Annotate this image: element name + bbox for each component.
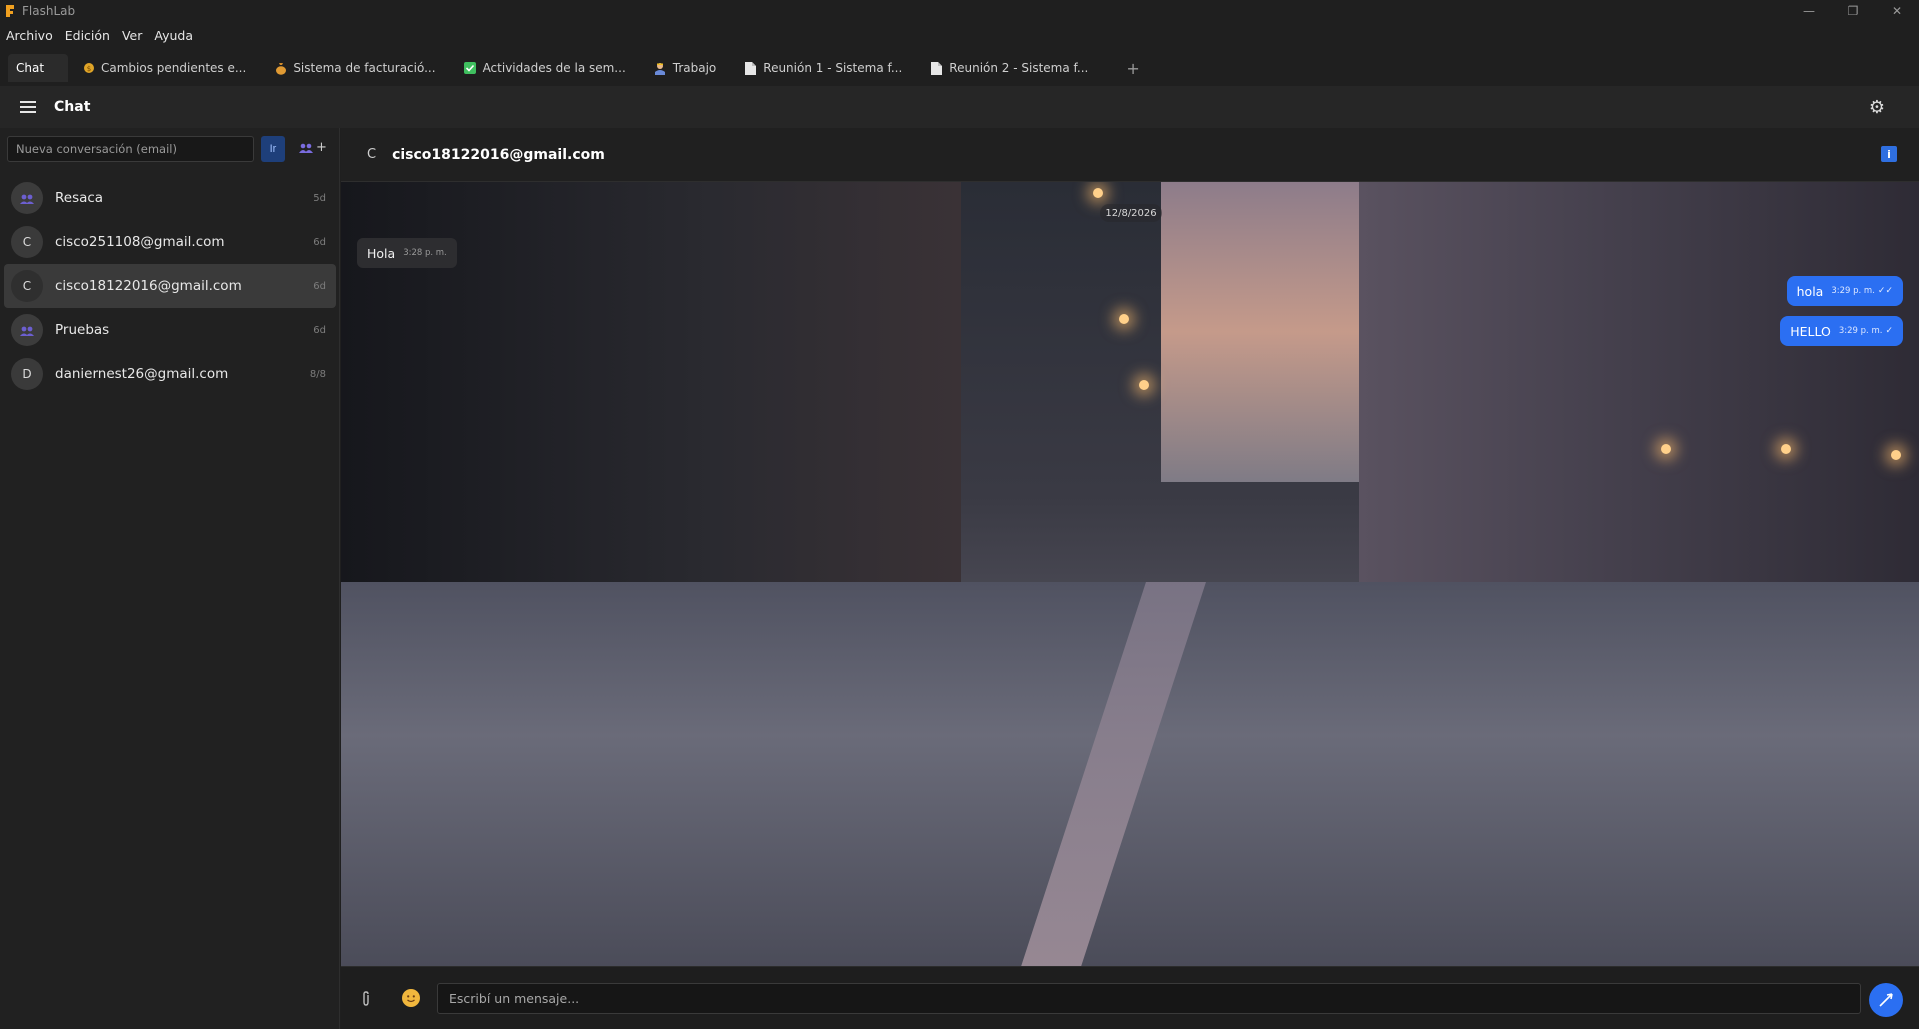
gear-icon[interactable]: ⚙ bbox=[1869, 97, 1885, 118]
date-separator: 12/8/2026 bbox=[1100, 204, 1162, 222]
background-buildings-right bbox=[1359, 182, 1919, 602]
chat-messages-area: 12/8/2026 Hola 3:28 p. m. hola 3:29 p. m… bbox=[341, 182, 1919, 966]
page-title: Chat bbox=[54, 99, 91, 115]
conversation-time: 6d bbox=[313, 236, 326, 248]
paperclip-icon[interactable] bbox=[361, 991, 371, 1011]
menu-bar: Archivo Edición Ver Ayuda bbox=[0, 24, 205, 46]
message-text: HELLO bbox=[1790, 323, 1831, 339]
message-outgoing: hola 3:29 p. m. ✓✓ bbox=[1786, 276, 1903, 306]
message-composer bbox=[341, 966, 1919, 1029]
chat-title: cisco18122016@gmail.com bbox=[392, 146, 605, 163]
tab-label: Reunión 2 - Sistema f... bbox=[949, 61, 1089, 75]
tab-chat[interactable]: Chat bbox=[8, 54, 68, 82]
tab-reunion-2[interactable]: Reunión 2 - Sistema f... bbox=[916, 54, 1102, 82]
menu-ayuda[interactable]: Ayuda bbox=[154, 28, 193, 43]
go-button[interactable]: Ir bbox=[261, 136, 285, 162]
conversation-item[interactable]: D daniernest26@gmail.com 8/8 bbox=[4, 352, 336, 396]
minimize-button[interactable]: — bbox=[1787, 0, 1831, 22]
message-text: Hola bbox=[367, 245, 396, 261]
message-text: hola bbox=[1796, 283, 1824, 299]
conversation-item[interactable]: C cisco251108@gmail.com 6d bbox=[4, 220, 336, 264]
chat-avatar: C bbox=[367, 147, 377, 162]
tab-label: Trabajo bbox=[672, 61, 717, 75]
street-light bbox=[1119, 314, 1129, 324]
tab-actividades[interactable]: Actividades de la sem... bbox=[450, 54, 640, 82]
svg-text:$: $ bbox=[86, 65, 90, 73]
street-light bbox=[1891, 450, 1901, 460]
message-incoming: Hola 3:28 p. m. bbox=[357, 238, 457, 268]
coin-icon: $ bbox=[82, 62, 95, 75]
tab-trabajo[interactable]: Trabajo bbox=[640, 54, 731, 82]
conversation-name: cisco251108@gmail.com bbox=[55, 234, 225, 250]
conversation-item[interactable]: Resaca 5d bbox=[4, 176, 336, 220]
avatar: D bbox=[11, 358, 43, 390]
maximize-button[interactable]: ❐ bbox=[1831, 0, 1875, 22]
plus-icon: + bbox=[316, 140, 327, 155]
document-icon bbox=[744, 61, 757, 75]
tab-strip: Chat $ Cambios pendientes e... Sistema d… bbox=[0, 52, 1919, 84]
group-avatar-icon bbox=[11, 182, 43, 214]
avatar: C bbox=[11, 226, 43, 258]
tab-label: Reunión 1 - Sistema f... bbox=[763, 61, 903, 75]
conversation-name: Resaca bbox=[55, 190, 104, 206]
chat-header: C cisco18122016@gmail.com i bbox=[341, 128, 1919, 182]
group-icon bbox=[299, 143, 313, 153]
send-icon bbox=[1879, 993, 1893, 1007]
conversation-name: Pruebas bbox=[55, 322, 110, 338]
street-light bbox=[1139, 380, 1149, 390]
street-light bbox=[1093, 188, 1103, 198]
read-receipt-icon: ✓✓ bbox=[1877, 286, 1893, 296]
message-outgoing: HELLO 3:29 p. m. ✓ bbox=[1780, 316, 1903, 346]
conversation-time: 6d bbox=[313, 324, 326, 336]
tab-label: Cambios pendientes e... bbox=[101, 61, 247, 75]
app-header: Chat ⚙ bbox=[0, 86, 1919, 128]
info-icon[interactable]: i bbox=[1881, 146, 1897, 162]
new-conversation-input[interactable] bbox=[7, 136, 254, 162]
tab-reunion-1[interactable]: Reunión 1 - Sistema f... bbox=[730, 54, 916, 82]
conversation-item-selected[interactable]: C cisco18122016@gmail.com 6d bbox=[4, 264, 336, 308]
message-time: 3:29 p. m. bbox=[1831, 286, 1875, 296]
message-time: 3:28 p. m. bbox=[403, 248, 447, 258]
tab-sistema-facturacion[interactable]: Sistema de facturació... bbox=[260, 54, 449, 82]
add-tab-button[interactable]: + bbox=[1126, 59, 1139, 78]
sent-receipt-icon: ✓ bbox=[1885, 326, 1893, 336]
menu-archivo[interactable]: Archivo bbox=[6, 28, 53, 43]
message-time: 3:29 p. m. bbox=[1838, 326, 1883, 336]
menu-icon[interactable] bbox=[20, 98, 36, 116]
street-light bbox=[1781, 444, 1791, 454]
street-light bbox=[1661, 444, 1671, 454]
tab-label: Chat bbox=[16, 61, 45, 75]
window-title: FlashLab bbox=[22, 4, 76, 18]
emoji-icon[interactable] bbox=[402, 989, 420, 1007]
menu-edicion[interactable]: Edición bbox=[65, 28, 110, 43]
document-icon bbox=[930, 61, 943, 75]
conversation-item[interactable]: Pruebas 6d bbox=[4, 308, 336, 352]
new-group-button[interactable]: + bbox=[299, 140, 327, 155]
sidebar: Ir + Resaca 5d C cisco251108@gmail.com 6… bbox=[0, 128, 340, 1029]
conversation-time: 8/8 bbox=[309, 368, 326, 380]
app-logo-icon bbox=[6, 5, 14, 17]
menu-ver[interactable]: Ver bbox=[122, 28, 142, 43]
avatar: C bbox=[11, 270, 43, 302]
window-controls: — ❐ ✕ bbox=[1787, 0, 1919, 22]
tab-label: Sistema de facturació... bbox=[293, 61, 436, 75]
group-avatar-icon bbox=[11, 314, 43, 346]
conversation-name: cisco18122016@gmail.com bbox=[55, 278, 242, 294]
checkbox-icon bbox=[464, 62, 477, 75]
conversation-time: 6d bbox=[313, 280, 326, 292]
message-input[interactable] bbox=[437, 983, 1861, 1014]
worker-icon bbox=[654, 62, 667, 75]
title-bar: FlashLab — ❐ ✕ bbox=[0, 0, 1919, 22]
tab-label: Actividades de la sem... bbox=[482, 61, 626, 75]
close-button[interactable]: ✕ bbox=[1875, 0, 1919, 22]
money-bag-icon bbox=[274, 62, 287, 75]
conversation-name: daniernest26@gmail.com bbox=[55, 366, 229, 382]
tab-cambios-pendientes[interactable]: $ Cambios pendientes e... bbox=[68, 54, 260, 82]
conversation-list: Resaca 5d C cisco251108@gmail.com 6d C c… bbox=[4, 176, 336, 396]
send-button[interactable] bbox=[1869, 983, 1903, 1017]
conversation-time: 5d bbox=[313, 192, 326, 204]
